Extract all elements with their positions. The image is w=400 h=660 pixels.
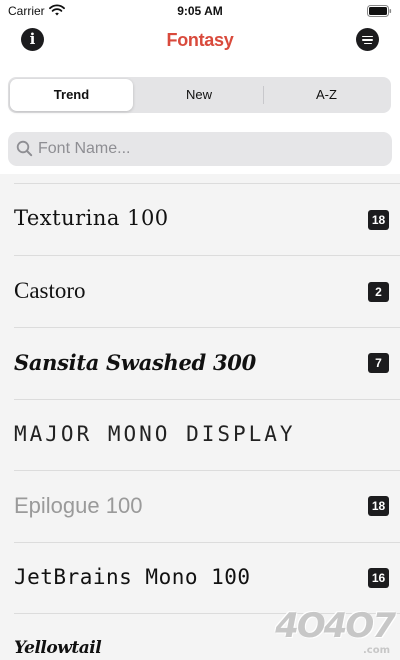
tab-a-z[interactable]: A-Z — [264, 79, 389, 111]
font-name: Texturina 100 — [14, 206, 169, 230]
font-row-epilogue[interactable]: Epilogue 100 18 — [0, 471, 400, 542]
watermark-suffix: .com — [362, 645, 390, 656]
search-icon — [16, 140, 33, 157]
font-row-texturina[interactable]: Texturina 100 18 — [0, 184, 400, 255]
count-badge: 16 — [368, 568, 389, 588]
font-name: Castoro — [14, 278, 86, 303]
nav-bar: i Fontasy — [0, 22, 400, 66]
tab-trend[interactable]: Trend — [10, 79, 133, 111]
watermark-text: 4O4O7 — [275, 606, 396, 646]
menu-icon[interactable] — [356, 28, 379, 51]
search-input[interactable] — [38, 132, 378, 166]
status-bar: Carrier 9:05 AM — [0, 0, 400, 22]
battery-icon — [367, 5, 392, 17]
segmented-control: Trend New A-Z — [8, 77, 391, 113]
font-list: Texturina 100 18 Castoro 2 Sansita Swash… — [0, 174, 400, 660]
search-bar — [0, 122, 400, 174]
font-row-major-mono-display[interactable]: MAJOR MONO DISPLAY — [0, 400, 400, 471]
status-time: 9:05 AM — [177, 4, 223, 18]
count-badge: 7 — [368, 353, 389, 373]
font-row-castoro[interactable]: Castoro 2 — [0, 256, 400, 327]
font-row-jetbrains-mono[interactable]: JetBrains Mono 100 16 — [0, 543, 400, 614]
font-name: JetBrains Mono 100 — [14, 565, 251, 589]
segment-bar: Trend New A-Z — [0, 66, 400, 122]
font-row-sansita-swashed[interactable]: Sansita Swashed 300 7 — [0, 328, 400, 399]
count-badge: 18 — [368, 496, 389, 516]
font-name: Epilogue 100 — [14, 493, 143, 518]
search-field[interactable] — [8, 132, 392, 166]
tab-new[interactable]: New — [135, 79, 263, 111]
font-name: MAJOR MONO DISPLAY — [14, 422, 296, 446]
watermark-logo: 4O4O7 — [275, 606, 396, 646]
count-badge: 2 — [368, 282, 389, 302]
count-badge: 18 — [368, 210, 389, 230]
font-name: Sansita Swashed 300 — [14, 350, 256, 375]
font-name: Yellowtail — [14, 638, 102, 658]
app-title: Fontasy — [166, 30, 234, 50]
